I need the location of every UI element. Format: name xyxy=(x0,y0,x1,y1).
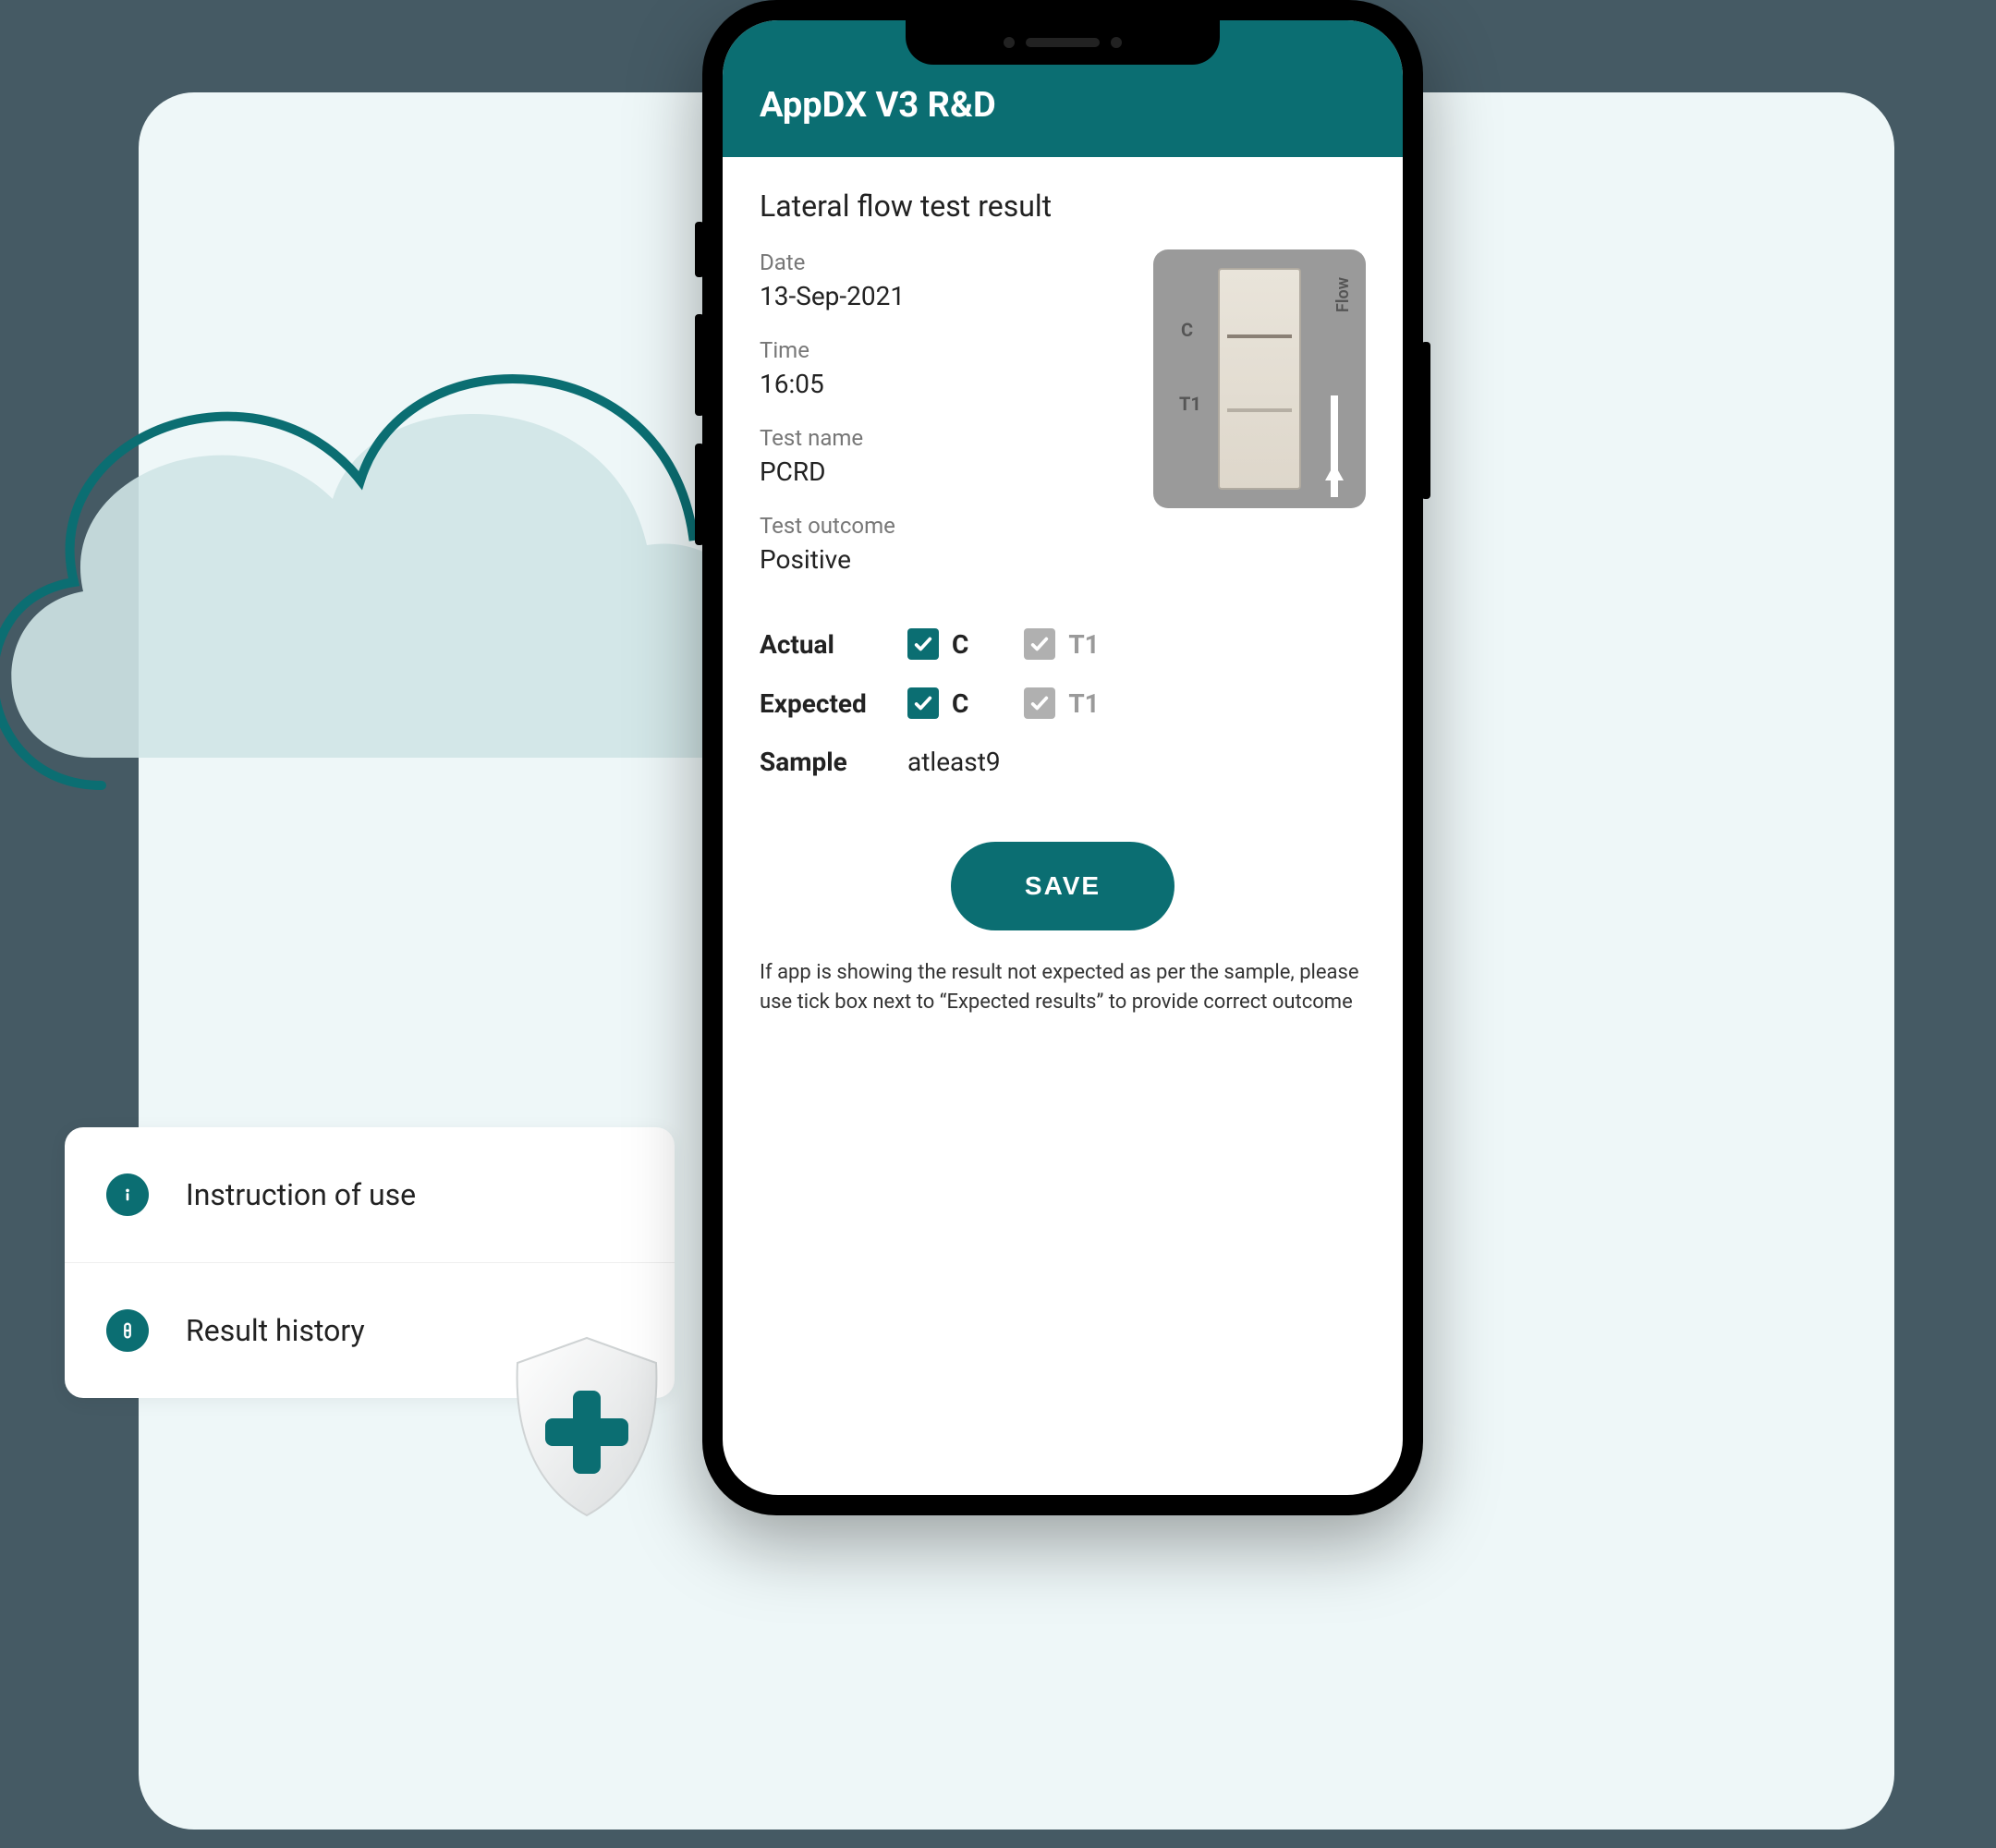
expected-c-label: C xyxy=(952,688,968,719)
phone-notch xyxy=(906,20,1220,65)
section-title: Lateral flow test result xyxy=(760,188,1366,224)
date-value: 13-Sep-2021 xyxy=(760,281,1126,311)
time-value: 16:05 xyxy=(760,369,1126,399)
test-outcome-label: Test outcome xyxy=(760,513,1126,539)
actual-t1-checkbox[interactable] xyxy=(1024,628,1055,660)
phone-frame: AppDX V3 R&D Lateral flow test result Da… xyxy=(702,0,1423,1515)
flow-arrow-icon xyxy=(1325,464,1344,480)
actual-c-label: C xyxy=(952,629,968,660)
actual-c-checkbox[interactable] xyxy=(907,628,939,660)
app-title: AppDX V3 R&D xyxy=(760,85,996,126)
footer-note: If app is showing the result not expecte… xyxy=(760,958,1366,1017)
actual-row-label: Actual xyxy=(760,629,907,660)
menu-item-label: Result history xyxy=(186,1313,365,1348)
date-label: Date xyxy=(760,249,1126,275)
info-icon xyxy=(106,1173,149,1216)
expected-t1-label: T1 xyxy=(1068,688,1099,719)
phone-volume-up xyxy=(695,314,704,416)
expected-t1-checkbox[interactable] xyxy=(1024,687,1055,719)
phone-power-button xyxy=(1421,342,1430,499)
save-button[interactable]: SAVE xyxy=(951,842,1174,930)
cloud-illustration xyxy=(0,240,813,887)
strip-marker-t1: T1 xyxy=(1179,393,1201,415)
sample-row-label: Sample xyxy=(760,747,907,777)
sample-value: atleast9 xyxy=(907,747,1001,777)
test-name-label: Test name xyxy=(760,425,1126,451)
phone-mute-switch xyxy=(695,222,704,277)
expected-row-label: Expected xyxy=(760,688,907,719)
vial-icon xyxy=(106,1309,149,1352)
menu-item-instruction[interactable]: Instruction of use xyxy=(65,1127,675,1262)
expected-c-checkbox[interactable] xyxy=(907,687,939,719)
flow-label: Flow xyxy=(1333,277,1353,312)
shield-icon xyxy=(499,1331,675,1525)
test-strip-image: C T1 Flow xyxy=(1153,249,1366,508)
menu-item-label: Instruction of use xyxy=(186,1177,416,1212)
phone-screen: AppDX V3 R&D Lateral flow test result Da… xyxy=(723,20,1403,1495)
actual-t1-label: T1 xyxy=(1068,629,1099,660)
phone-volume-down xyxy=(695,444,704,545)
strip-marker-c: C xyxy=(1181,319,1193,341)
app-body: Lateral flow test result Date 13-Sep-202… xyxy=(723,157,1403,1054)
test-outcome-value: Positive xyxy=(760,544,1126,575)
test-name-value: PCRD xyxy=(760,456,1126,487)
time-label: Time xyxy=(760,337,1126,363)
